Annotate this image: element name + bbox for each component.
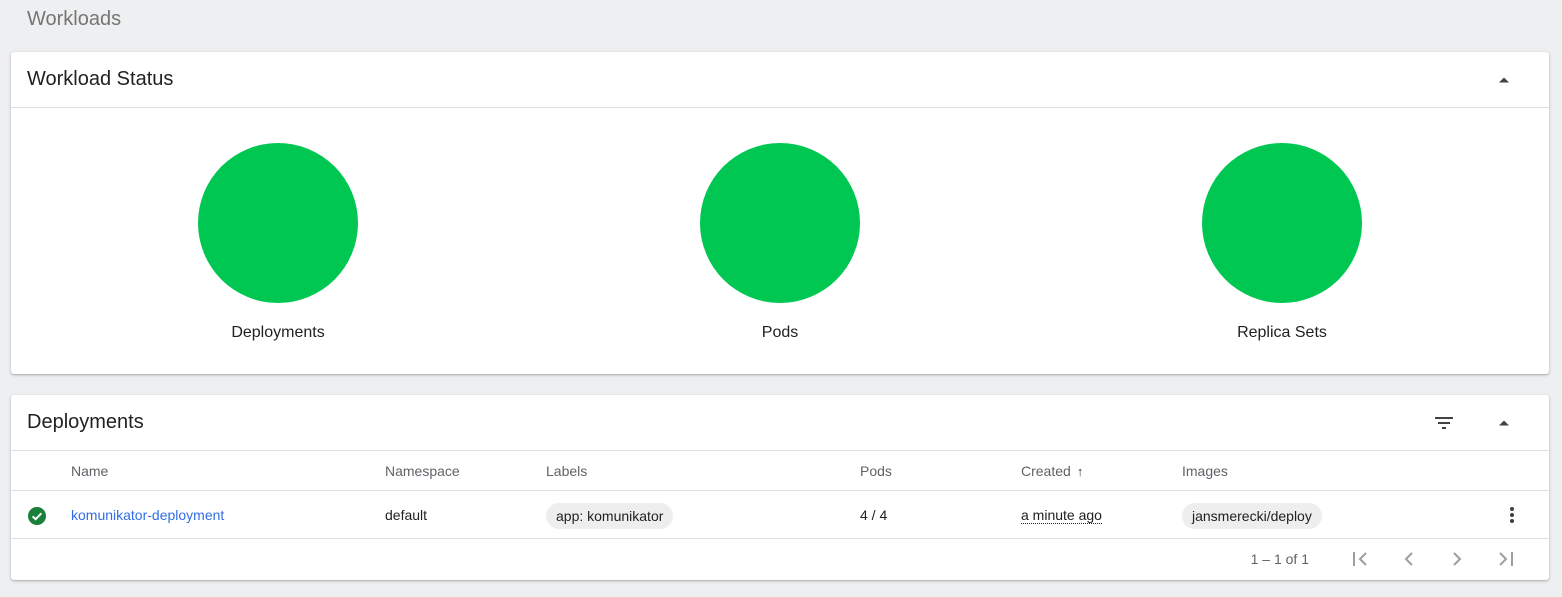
pods-status-chart — [700, 143, 860, 303]
workload-status-card: Workload Status Deployments Pods Replica… — [11, 52, 1549, 374]
column-header-created-label: Created — [1021, 463, 1071, 479]
deployment-pods: 4 / 4 — [860, 507, 888, 523]
arrow-drop-up-icon — [1499, 77, 1509, 83]
deployments-status-chart — [198, 143, 358, 303]
column-header-created[interactable]: Created ↑ — [1021, 463, 1083, 479]
table-header-row: Name Namespace Labels Pods Created ↑ Imag… — [11, 451, 1549, 491]
status-replica-sets[interactable]: Replica Sets — [1182, 143, 1382, 342]
check-circle-icon — [28, 507, 46, 525]
chevron-left-icon — [1404, 552, 1413, 566]
workload-status-body: Deployments Pods Replica Sets — [11, 108, 1549, 374]
sort-arrow-up-icon: ↑ — [1076, 464, 1084, 479]
chevron-right-icon — [1453, 552, 1462, 566]
deployment-namespace: default — [385, 507, 428, 523]
next-page-button[interactable] — [1437, 539, 1477, 579]
column-header-images: Images — [1182, 463, 1228, 479]
first-page-icon — [1353, 552, 1367, 566]
row-actions-button[interactable] — [1492, 495, 1532, 535]
status-pods[interactable]: Pods — [680, 143, 880, 342]
column-header-namespace[interactable]: Namespace — [385, 463, 460, 479]
deployment-created: a minute ago — [1021, 507, 1102, 524]
column-header-name[interactable]: Name — [71, 463, 108, 479]
replica-sets-status-chart — [1202, 143, 1362, 303]
last-page-button[interactable] — [1485, 539, 1525, 579]
filter-list-icon — [1435, 417, 1453, 429]
deployments-header: Deployments — [11, 395, 1549, 451]
workload-status-header: Workload Status — [11, 52, 1549, 108]
column-header-pods: Pods — [860, 463, 892, 479]
deployments-card: Deployments Name Namespace Labels Pods C… — [11, 395, 1549, 580]
paginator: 1 – 1 of 1 — [11, 539, 1549, 579]
status-label-replica-sets: Replica Sets — [1237, 324, 1327, 341]
status-label-pods: Pods — [761, 324, 799, 341]
deployment-name-link[interactable]: komunikator-deployment — [71, 507, 224, 523]
collapse-workload-status-button[interactable] — [1484, 60, 1524, 100]
last-page-icon — [1499, 552, 1513, 566]
deployments-title: Deployments — [27, 411, 144, 433]
status-label-deployments: Deployments — [231, 324, 325, 341]
table-row: komunikator-deployment default app: komu… — [11, 491, 1549, 539]
paginator-range-label: 1 – 1 of 1 — [1250, 551, 1309, 567]
collapse-deployments-button[interactable] — [1484, 403, 1524, 443]
previous-page-button[interactable] — [1389, 539, 1429, 579]
label-chip: app: komunikator — [546, 503, 674, 529]
first-page-button[interactable] — [1341, 539, 1381, 579]
arrow-drop-up-icon — [1499, 420, 1509, 426]
workload-status-title: Workload Status — [27, 68, 174, 90]
filter-button[interactable] — [1424, 403, 1464, 443]
page-title: Workloads — [27, 8, 122, 30]
more-vert-icon — [1510, 507, 1514, 523]
image-chip: jansmerecki/deploy — [1182, 503, 1322, 529]
column-header-labels: Labels — [546, 463, 588, 479]
status-deployments[interactable]: Deployments — [178, 143, 378, 342]
